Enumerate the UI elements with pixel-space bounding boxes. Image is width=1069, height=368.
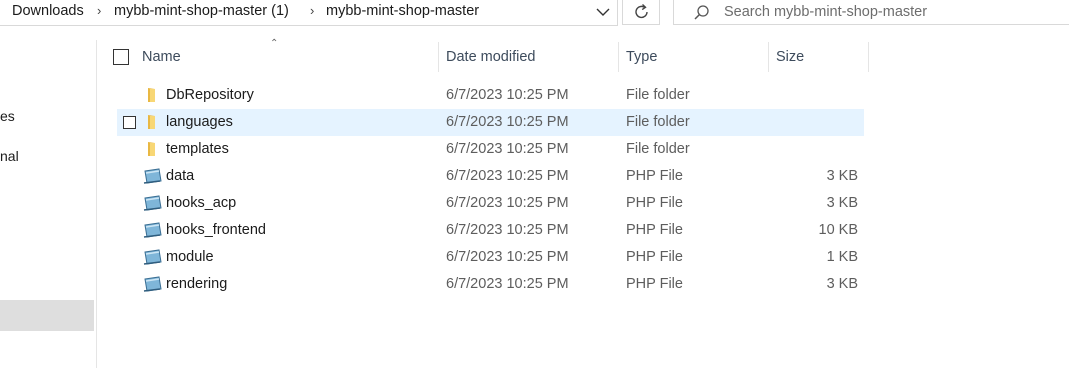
- breadcrumb-separator-icon[interactable]: ›: [310, 3, 314, 18]
- file-name[interactable]: templates: [166, 141, 229, 157]
- column-header-type[interactable]: Type: [619, 42, 768, 72]
- file-size: 3 KB: [826, 276, 858, 292]
- select-all-checkbox[interactable]: [113, 49, 129, 65]
- search-box[interactable]: Search mybb-mint-shop-master: [673, 0, 1069, 25]
- breadcrumb-mybb-mint-shop-master[interactable]: mybb-mint-shop-master: [326, 3, 479, 19]
- file-date: 6/7/2023 10:25 PM: [446, 276, 569, 292]
- file-type: File folder: [626, 87, 690, 103]
- php-file-icon: [141, 248, 163, 269]
- column-header-name[interactable]: Name: [135, 42, 439, 72]
- file-type: PHP File: [626, 222, 683, 238]
- php-file-icon: [141, 275, 163, 296]
- file-size: 3 KB: [826, 168, 858, 184]
- file-date: 6/7/2023 10:25 PM: [446, 141, 569, 157]
- folder-icon: [141, 140, 159, 161]
- file-row[interactable]: module 6/7/2023 10:25 PM PHP File 1 KB: [117, 244, 864, 271]
- column-header-date-modified[interactable]: Date modified: [439, 42, 618, 72]
- file-row[interactable]: hooks_frontend 6/7/2023 10:25 PM PHP Fil…: [117, 217, 864, 244]
- file-name[interactable]: hooks_frontend: [166, 222, 266, 238]
- file-name[interactable]: module: [166, 249, 214, 265]
- breadcrumb-separator-icon[interactable]: ›: [97, 3, 101, 18]
- file-size: 1 KB: [826, 249, 858, 265]
- file-date: 6/7/2023 10:25 PM: [446, 168, 569, 184]
- search-input[interactable]: Search mybb-mint-shop-master: [724, 4, 927, 20]
- file-date: 6/7/2023 10:25 PM: [446, 195, 569, 211]
- navigation-pane: es nal: [0, 40, 97, 368]
- folder-icon: [141, 86, 159, 107]
- file-date: 6/7/2023 10:25 PM: [446, 249, 569, 265]
- file-type: PHP File: [626, 195, 683, 211]
- row-checkbox[interactable]: [123, 116, 136, 129]
- file-row[interactable]: hooks_acp 6/7/2023 10:25 PM PHP File 3 K…: [117, 190, 864, 217]
- refresh-icon: [635, 3, 648, 19]
- php-file-icon: [141, 167, 163, 188]
- file-row[interactable]: languages 6/7/2023 10:25 PM File folder: [117, 109, 864, 136]
- file-size: 10 KB: [818, 222, 859, 238]
- search-icon: [692, 3, 712, 26]
- file-type: File folder: [626, 114, 690, 130]
- file-name[interactable]: languages: [166, 114, 233, 130]
- file-size: 3 KB: [826, 195, 858, 211]
- file-type: PHP File: [626, 276, 683, 292]
- file-name[interactable]: hooks_acp: [166, 195, 236, 211]
- address-history-dropdown[interactable]: [594, 2, 612, 22]
- file-name[interactable]: rendering: [166, 276, 227, 292]
- nav-item-selected[interactable]: [0, 300, 94, 331]
- column-header-size[interactable]: Size: [769, 42, 868, 72]
- file-date: 6/7/2023 10:25 PM: [446, 114, 569, 130]
- file-row[interactable]: data 6/7/2023 10:25 PM PHP File 3 KB: [117, 163, 864, 190]
- column-divider[interactable]: [868, 42, 869, 72]
- folder-icon: [141, 113, 159, 134]
- file-type: PHP File: [626, 249, 683, 265]
- chevron-down-icon: [596, 8, 610, 16]
- breadcrumb-downloads[interactable]: Downloads: [12, 3, 84, 19]
- php-file-icon: [141, 221, 163, 242]
- file-name[interactable]: DbRepository: [166, 87, 254, 103]
- file-type: PHP File: [626, 168, 683, 184]
- nav-item-partial-1[interactable]: es: [0, 108, 15, 124]
- breadcrumb-mybb-mint-shop-master-1[interactable]: mybb-mint-shop-master (1): [114, 3, 289, 19]
- address-bar[interactable]: Downloads › mybb-mint-shop-master (1) › …: [0, 0, 618, 26]
- file-row[interactable]: templates 6/7/2023 10:25 PM File folder: [117, 136, 864, 163]
- file-type: File folder: [626, 141, 690, 157]
- nav-item-partial-2[interactable]: nal: [0, 148, 19, 164]
- file-row[interactable]: DbRepository 6/7/2023 10:25 PM File fold…: [117, 82, 864, 109]
- file-row[interactable]: rendering 6/7/2023 10:25 PM PHP File 3 K…: [117, 271, 864, 298]
- file-date: 6/7/2023 10:25 PM: [446, 87, 569, 103]
- refresh-button[interactable]: [622, 0, 660, 25]
- file-name[interactable]: data: [166, 168, 194, 184]
- php-file-icon: [141, 194, 163, 215]
- file-date: 6/7/2023 10:25 PM: [446, 222, 569, 238]
